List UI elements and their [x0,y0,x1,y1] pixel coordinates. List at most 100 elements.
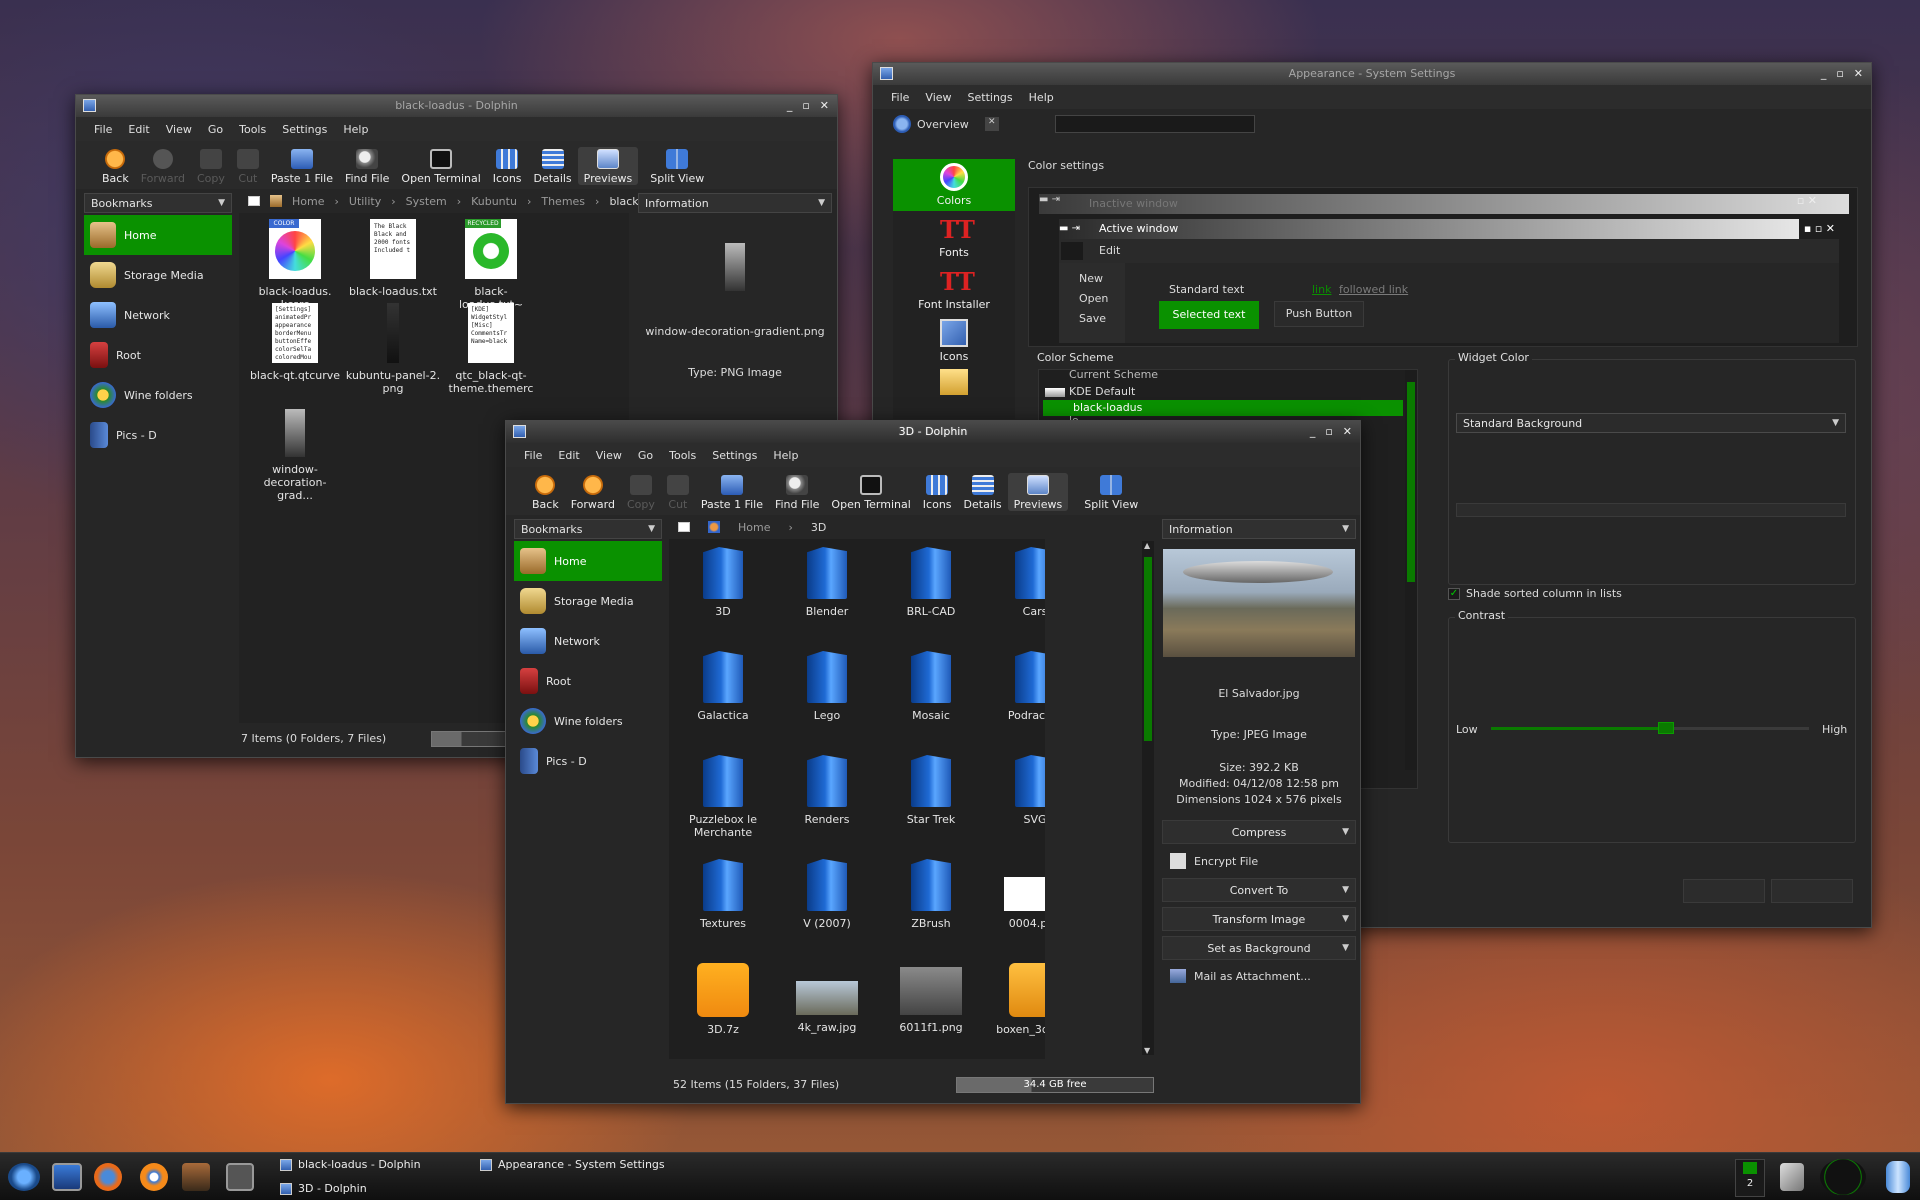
menu-view[interactable]: View [588,449,630,462]
close-icon[interactable]: ✕ [1854,63,1863,85]
overview-button[interactable]: Overview [917,118,969,131]
close-icon[interactable]: ✕ [820,95,829,117]
place-root[interactable]: Root [514,661,662,701]
contrast-slider[interactable] [1491,722,1809,734]
crumb-utility[interactable]: Utility [349,195,381,208]
folder-item[interactable]: Mosaic [883,651,979,722]
crumb-system[interactable]: System [406,195,447,208]
title-bar[interactable]: 3D - Dolphin _ ▫ ✕ [506,421,1360,443]
scheme-scrollbar[interactable] [1405,370,1417,770]
chevron-down-icon[interactable]: ▼ [218,198,225,208]
compress-button[interactable]: Compress ▼ [1162,820,1356,844]
place-home[interactable]: Home [514,541,662,581]
details-view-button[interactable]: Details [528,149,578,185]
information-header[interactable]: Information ▼ [638,193,832,213]
file-item[interactable]: 0004.png [987,859,1045,930]
menu-file[interactable]: File [516,449,550,462]
klipper-icon[interactable] [1780,1163,1804,1191]
place-network[interactable]: Network [84,295,232,335]
file-item[interactable]: COLOR black-loadus. kcsrc [247,219,343,311]
menu-tools[interactable]: Tools [231,123,274,136]
desktop-icon[interactable] [52,1163,82,1191]
crumb-3d[interactable]: 3D [811,521,826,534]
menu-help[interactable]: Help [335,123,376,136]
scroll-down-icon[interactable]: ▼ [1144,1046,1150,1055]
file-item[interactable]: 6011f1.png [883,963,979,1034]
open-terminal-button[interactable]: Open Terminal [825,475,916,511]
menu-edit[interactable]: Edit [550,449,587,462]
clock-icon[interactable] [1820,1159,1866,1195]
information-header[interactable]: Information ▼ [1162,519,1356,539]
menu-go[interactable]: Go [200,123,231,136]
widget-color-select[interactable]: Standard Background ▼ [1456,413,1846,433]
contrast-slider-handle[interactable] [1657,722,1674,734]
menu-settings[interactable]: Settings [274,123,335,136]
mail-attachment-button[interactable]: Mail as Attachment... [1162,965,1356,987]
crumb-home[interactable]: Home [738,521,770,534]
place-network[interactable]: Network [514,621,662,661]
place-pics-d[interactable]: Pics - D [514,741,662,781]
maximize-icon[interactable]: ▫ [1325,421,1332,443]
place-wine-folders[interactable]: Wine folders [514,701,662,741]
desktop-pager[interactable]: 2 [1735,1159,1765,1197]
paste-button[interactable]: Paste 1 File [695,475,769,511]
places-header[interactable]: Bookmarks ▼ [514,519,662,539]
split-toggle-icon[interactable] [248,196,260,206]
folder-item[interactable]: V (2007) [779,859,875,930]
gimp-icon[interactable] [182,1163,210,1191]
folder-item[interactable]: Blender [779,547,875,618]
folder-item[interactable]: BRL-CAD [883,547,979,618]
place-wine-folders[interactable]: Wine folders [84,375,232,415]
menu-file[interactable]: File [86,123,120,136]
task-appearance-settings[interactable]: Appearance - System Settings [480,1158,665,1171]
search-input[interactable] [1054,115,1255,133]
widget-color-swatch[interactable] [1456,503,1846,517]
paste-button[interactable]: Paste 1 File [265,149,339,185]
scroll-up-icon[interactable]: ▲ [1144,541,1150,550]
cut-button[interactable]: Cut [231,149,265,185]
menu-settings[interactable]: Settings [960,91,1021,104]
menu-tools[interactable]: Tools [661,449,704,462]
folder-item[interactable]: Star Trek [883,755,979,826]
category-icons[interactable]: Icons [893,315,1015,367]
folder-item[interactable]: Galactica [675,651,771,722]
scheme-item[interactable]: KDE Default [1039,384,1417,400]
place-storage-media[interactable]: Storage Media [514,581,662,621]
folder-item[interactable]: Lego [779,651,875,722]
place-home[interactable]: Home [84,215,232,255]
minimize-icon[interactable]: _ [787,95,793,117]
set-as-background-button[interactable]: Set as Background ▼ [1162,936,1356,960]
file-item[interactable]: [Settings] animatedPr appearance borderM… [247,303,343,382]
split-toggle-icon[interactable] [678,522,690,532]
category-font-installer[interactable]: TT Font Installer [893,263,1015,315]
title-bar[interactable]: Appearance - System Settings _ ▫ ✕ [873,63,1871,85]
split-view-button[interactable]: Split View [644,149,710,185]
category-colors[interactable]: Colors [893,159,1015,211]
place-pics-d[interactable]: Pics - D [84,415,232,455]
menu-view[interactable]: View [158,123,200,136]
copy-button[interactable]: Copy [191,149,231,185]
encrypt-file-button[interactable]: Encrypt File [1162,849,1356,873]
shade-sorted-checkbox[interactable]: ✓ Shade sorted column in lists [1448,587,1622,600]
chevron-down-icon[interactable]: ▼ [818,198,825,208]
transform-image-button[interactable]: Transform Image ▼ [1162,907,1356,931]
task-black-loadus-dolphin[interactable]: black-loadus - Dolphin [280,1158,421,1171]
file-item[interactable]: [KDE] WidgetStyl [Misc] CommentsTr Name=… [443,303,539,395]
folder-item[interactable]: SVG [987,755,1045,826]
file-view-scrollbar[interactable]: ▲ ▼ [1142,541,1154,1055]
file-item[interactable]: RECYCLED black-loadus.txt~ [443,219,539,311]
details-view-button[interactable]: Details [958,475,1008,511]
minimize-icon[interactable]: _ [1821,63,1827,85]
task-3d-dolphin[interactable]: 3D - Dolphin [280,1182,367,1195]
place-storage-media[interactable]: Storage Media [84,255,232,295]
blender-icon[interactable] [140,1163,168,1191]
folder-item[interactable]: ZBrush [883,859,979,930]
file-item[interactable]: window- decoration-grad... [247,409,343,502]
copy-button[interactable]: Copy [621,475,661,511]
places-header[interactable]: Bookmarks ▼ [84,193,232,213]
convert-to-button[interactable]: Convert To ▼ [1162,878,1356,902]
apply-button[interactable] [1771,879,1853,903]
title-bar[interactable]: black-loadus - Dolphin _ ▫ ✕ [76,95,837,117]
file-item[interactable]: 3D.7z [675,963,771,1036]
camera-icon[interactable] [226,1163,254,1191]
